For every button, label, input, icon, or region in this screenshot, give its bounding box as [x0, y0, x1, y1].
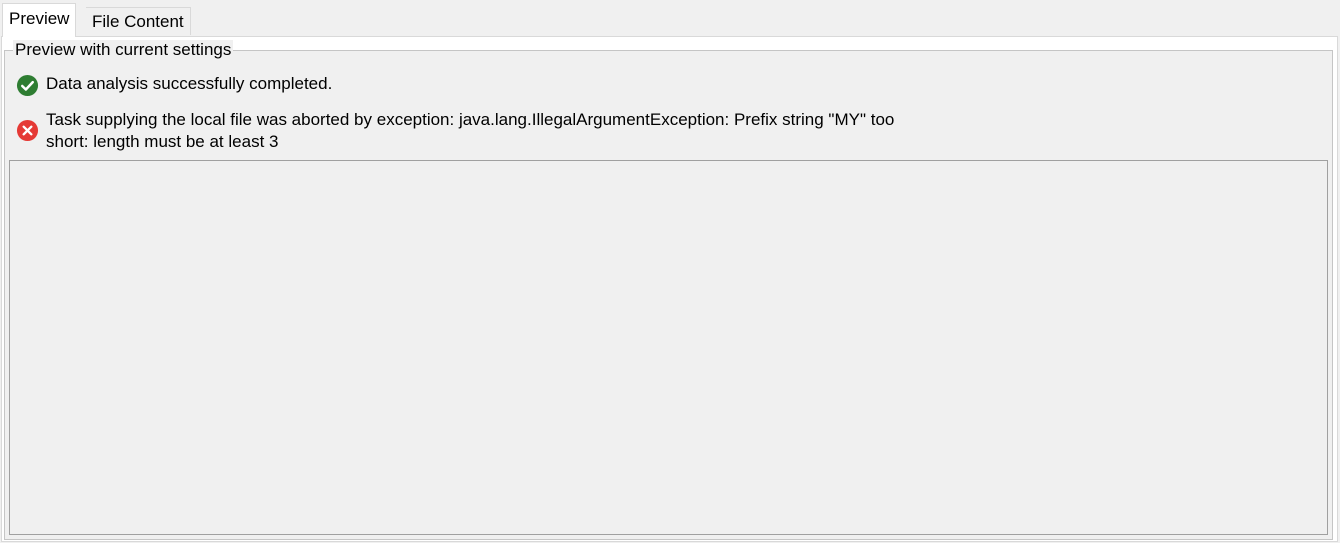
error-circle-icon [16, 119, 39, 142]
group-title: Preview with current settings [13, 40, 234, 60]
file-reader-preview-panel: Preview File Content Preview with curren… [0, 0, 1340, 543]
tab-strip: Preview File Content [0, 0, 1340, 37]
error-message-line-1: Task supplying the local file was aborte… [46, 110, 895, 129]
tab-preview[interactable]: Preview [2, 3, 77, 37]
error-message: Task supplying the local file was aborte… [16, 109, 894, 153]
error-message-line-2: short: length must be at least 3 [46, 132, 279, 151]
success-message-text: Data analysis successfully completed. [46, 74, 333, 93]
error-message-text: Task supplying the local file was aborte… [46, 109, 894, 153]
success-message: Data analysis successfully completed. [16, 73, 332, 97]
check-circle-icon [16, 74, 39, 97]
tab-file-content[interactable]: File Content [86, 7, 191, 35]
preview-table-area[interactable] [9, 160, 1328, 535]
